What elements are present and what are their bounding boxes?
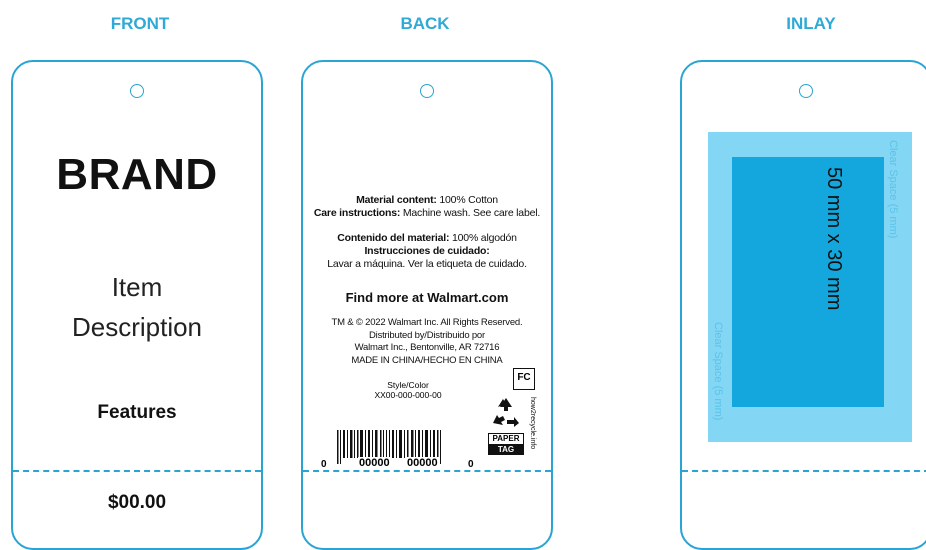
barcode-icon (337, 430, 441, 464)
features-text: Features (97, 402, 177, 423)
contenido-line: Contenido del material: 100% algodón (303, 232, 551, 245)
material-content-line: Material content: 100% Cotton (303, 194, 551, 207)
front-heading: FRONT (110, 14, 170, 33)
item-description-line1: Item (111, 272, 163, 302)
style-label: Style/Color (387, 380, 429, 390)
copyright-text: TM & © 2022 Walmart Inc. All Rights Rese… (331, 317, 523, 328)
instrucciones-label: Instrucciones de cuidado: (364, 245, 490, 257)
clear-space-left-text: Clear Space (5 mm) (712, 322, 724, 421)
material-value: 100% Cotton (439, 194, 498, 206)
hang-hole-icon (799, 84, 813, 98)
price-text: $00.00 (107, 492, 167, 513)
inlay-heading: INLAY (786, 14, 836, 33)
recycle-icon (493, 398, 519, 427)
address-text: Walmart Inc., Bentonville, AR 72716 (354, 342, 500, 353)
perforation-line (303, 470, 551, 472)
recycle-url: how2recycle.info (529, 397, 536, 450)
distributed-text: Distributed by/Distribuido por (369, 330, 485, 341)
clear-space-right-text: Clear Space (5 mm) (887, 140, 899, 239)
fsc-logo-icon: FC (513, 368, 535, 390)
barcode-digit-left: 0 (321, 459, 327, 470)
barcode-digits-group1: 00000 (358, 457, 391, 469)
item-description-line2: Description (71, 312, 203, 342)
material-label: Material content: (356, 194, 437, 206)
made-in-text: MADE IN CHINA/HECHO EN CHINA (351, 355, 503, 366)
find-more-text: Find more at Walmart.com (345, 290, 509, 305)
inlay-area (732, 157, 884, 407)
brand-name: BRAND (56, 150, 218, 199)
care-value: Machine wash. See care label. (402, 207, 541, 219)
inlay-size-text: 50 mm x 30 mm (823, 167, 845, 311)
hang-hole-icon (130, 84, 144, 98)
back-heading: BACK (400, 14, 450, 33)
hang-hole-icon (420, 84, 434, 98)
care-label: Care instructions: (313, 207, 401, 219)
barcode-digits-group2: 00000 (406, 457, 439, 469)
back-tag: Material content: 100% Cotton Care instr… (301, 60, 553, 550)
perforation-line (13, 470, 261, 472)
how2recycle-label: PAPER TAG (488, 395, 524, 457)
barcode-digit-right: 0 (468, 459, 474, 470)
contenido-label: Contenido del material: (337, 232, 450, 244)
tag-label: TAG (488, 444, 524, 455)
front-tag: BRAND Item Description Features $00.00 (11, 60, 263, 550)
perforation-line (682, 470, 926, 472)
care-instructions-line: Care instructions: Machine wash. See car… (303, 207, 551, 220)
style-code: XX00-000-000-00 (374, 390, 442, 400)
contenido-value: 100% algodón (452, 232, 517, 244)
inlay-tag: 50 mm x 30 mm Clear Space (5 mm) Clear S… (680, 60, 926, 550)
instrucciones-value: Lavar a máquina. Ver la etiqueta de cuid… (327, 258, 527, 270)
